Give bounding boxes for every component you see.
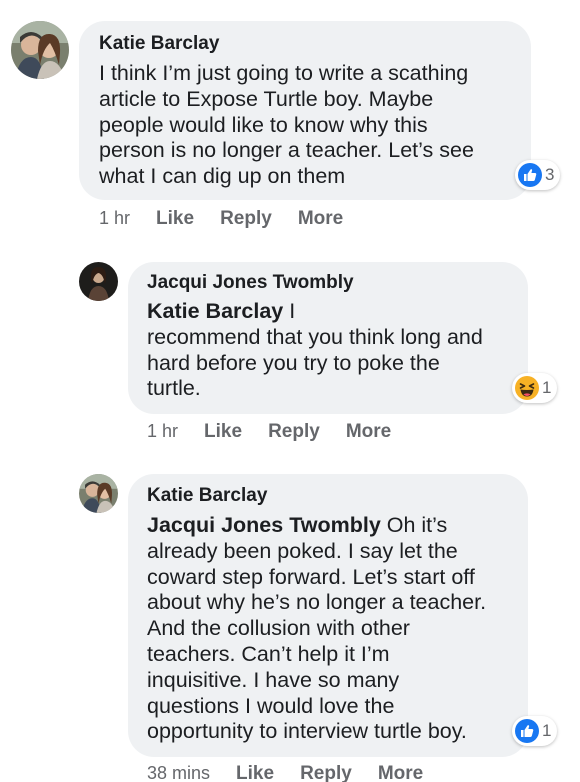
comment-text: Katie Barclay I recommend that you think… [147,299,483,402]
comment-timestamp[interactable]: 1 hr [99,208,130,229]
comment-text-fragment: Oh it’s [380,513,448,537]
comment-actions: 1 hr Like Reply More [147,421,391,443]
reaction-count: 1 [542,378,552,397]
comment-text-line: Katie Barclay I [147,299,483,325]
comment-text: Jacqui Jones Twombly Oh it’s already bee… [147,513,486,745]
comment-timestamp[interactable]: 1 hr [147,421,178,442]
comment-text-fragment: I [283,299,296,323]
comment-text-line: turtle. [147,376,201,401]
mention-link[interactable]: Jacqui Jones Twombly [147,513,381,537]
like-button[interactable]: Like [204,421,242,443]
comment-text-line: person is no longer a teacher. Let’s see [99,138,474,163]
reaction-count-badge[interactable]: 3 [515,160,561,190]
comment-text-line: recommend that you think long and [147,324,483,349]
avatar[interactable] [79,474,118,513]
comment-text-line: coward step forward. Let’s start off [147,564,475,589]
avatar[interactable] [11,21,69,79]
like-button[interactable]: Like [236,763,274,782]
haha-icon [515,376,539,400]
comment-text-line: questions I would love the [147,693,395,718]
comment-author[interactable]: Katie Barclay [147,485,267,507]
comment-text-line: hard before you try to poke the [147,350,440,375]
avatar-photo-couple [11,21,69,79]
avatar-photo-person [79,262,118,301]
reply-button[interactable]: Reply [268,421,320,443]
more-button[interactable]: More [298,208,343,230]
comment-text-line: opportunity to interview turtle boy. [147,719,467,744]
reaction-count-badge[interactable]: 1 [512,716,558,746]
comment-text-line: people would like to know why this [99,112,428,137]
reaction-count: 1 [542,721,552,740]
avatar[interactable] [79,262,118,301]
reply-button[interactable]: Reply [220,208,272,230]
avatar-photo-couple [79,474,118,513]
more-button[interactable]: More [346,421,391,443]
comment-actions: 1 hr Like Reply More [99,208,343,230]
comment-author[interactable]: Katie Barclay [99,33,219,55]
comment-text-line: article to Expose Turtle boy. Maybe [99,86,434,111]
comment-text-line: teachers. Can’t help it I’m [147,641,390,666]
reaction-count: 3 [545,165,555,184]
comment-text-line: inquisitive. I have so many [147,667,400,692]
like-icon [518,163,542,187]
comment-text-line: I think I’m just going to write a scathi… [99,61,469,85]
reaction-count-badge[interactable]: 1 [512,373,558,403]
comment-actions: 38 mins Like Reply More [147,763,423,782]
mention-link[interactable]: Katie Barclay [147,299,283,323]
reply-button[interactable]: Reply [300,763,352,782]
comment-text-line: what I can dig up on them [99,164,346,189]
comment-text: I think I’m just going to write a scathi… [99,61,474,190]
comment-text-line: already been poked. I say let the [147,538,458,563]
comment-timestamp[interactable]: 38 mins [147,763,210,782]
comment-text-line: And the collusion with other [147,616,410,641]
like-button[interactable]: Like [156,208,194,230]
like-icon [515,719,539,743]
comment-text-line: Jacqui Jones Twombly Oh it’s [147,513,486,539]
comment-author[interactable]: Jacqui Jones Twombly [147,272,354,294]
more-button[interactable]: More [378,763,423,782]
comment-text-line: about why he’s no longer a teacher. [147,590,487,615]
